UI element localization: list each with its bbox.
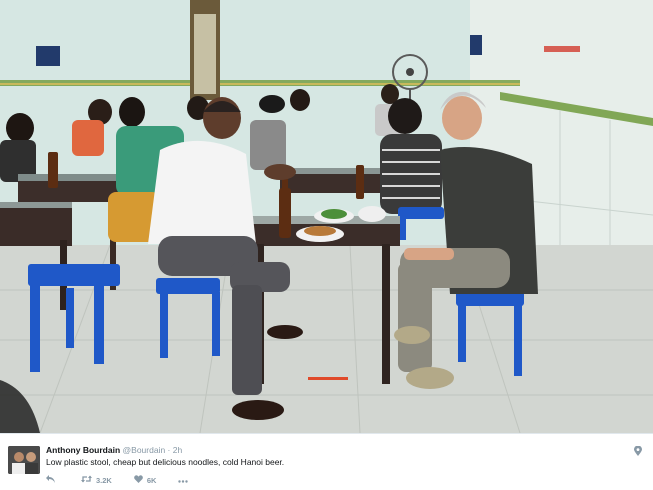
avatar[interactable] xyxy=(8,446,40,474)
tweet-footer: Anthony Bourdain @Bourdain · 2h Low plas… xyxy=(0,433,653,490)
separator-dot: · xyxy=(167,445,171,455)
reply-icon xyxy=(46,475,55,485)
tweet-actions: 3.2K 6K xyxy=(46,474,214,486)
author-handle[interactable]: @Bourdain xyxy=(123,445,166,455)
author-name[interactable]: Anthony Bourdain xyxy=(46,445,120,455)
restaurant-photo[interactable] xyxy=(0,0,653,433)
like-button[interactable]: 6K xyxy=(133,475,157,485)
retweet-button[interactable]: 3.2K xyxy=(81,475,112,485)
tweet-timestamp[interactable]: 2h xyxy=(173,445,182,455)
more-icon xyxy=(178,476,189,485)
more-button[interactable] xyxy=(178,476,192,485)
location-pin-icon[interactable] xyxy=(634,443,642,456)
tweet-text: Low plastic stool, cheap but delicious n… xyxy=(46,457,285,467)
like-count: 6K xyxy=(146,475,157,485)
retweet-icon xyxy=(81,475,92,485)
tweet-header: Anthony Bourdain @Bourdain · 2h xyxy=(46,445,182,456)
reply-button[interactable] xyxy=(46,475,59,485)
retweet-count: 3.2K xyxy=(96,475,112,485)
heart-icon xyxy=(133,475,143,485)
